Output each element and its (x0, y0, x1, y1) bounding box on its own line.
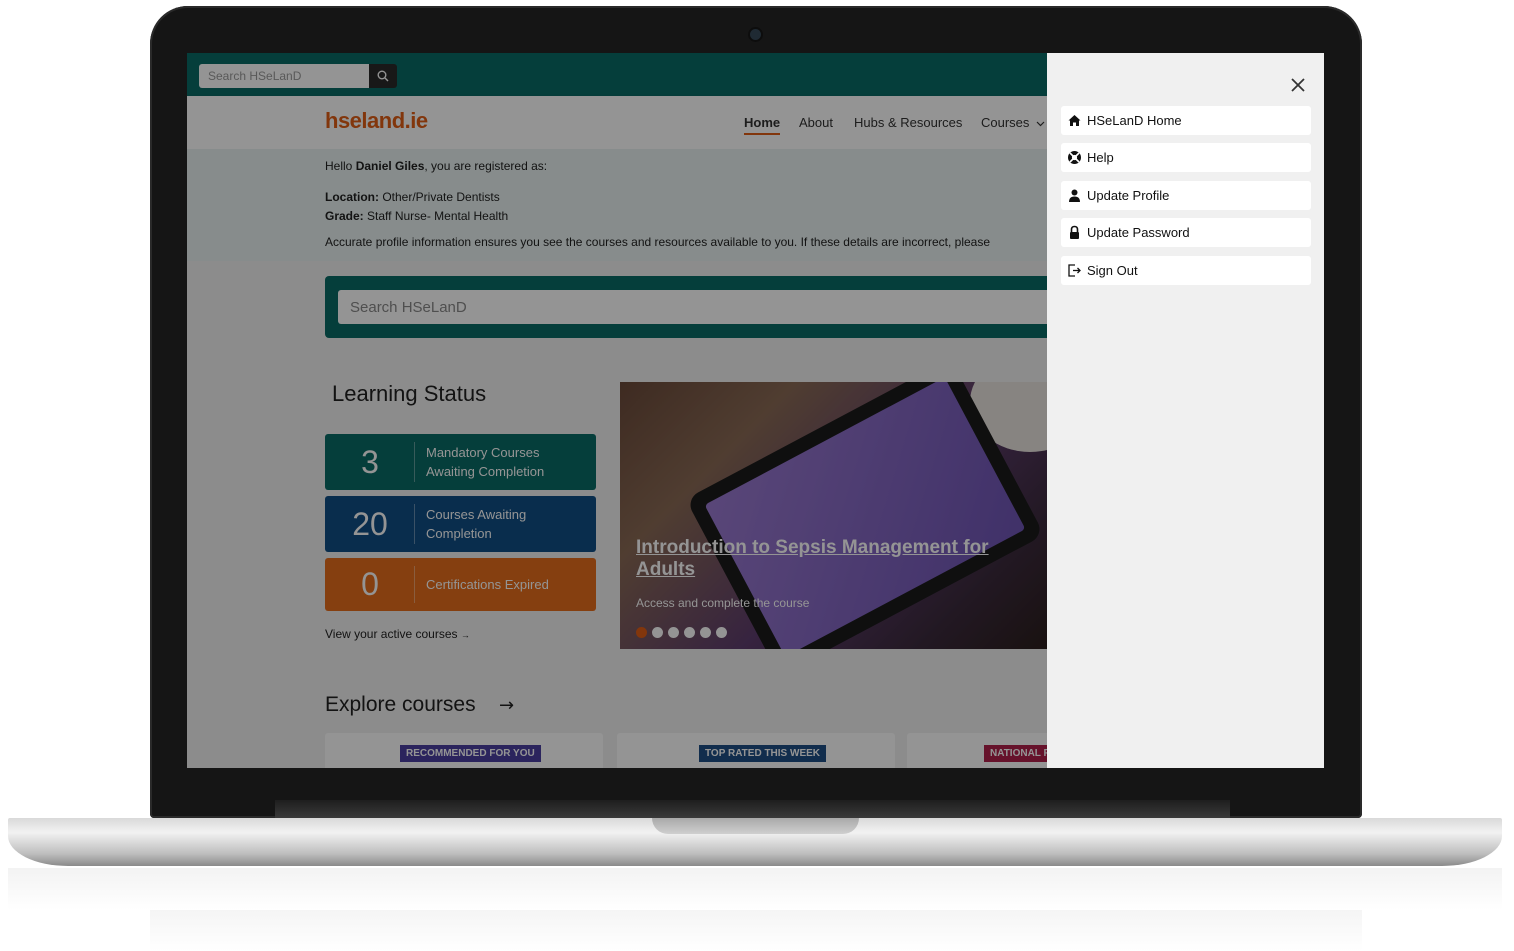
menu-item-label: Update Profile (1087, 188, 1170, 203)
reflection (8, 868, 1502, 910)
menu-item-home[interactable]: HSeLanD Home (1061, 106, 1311, 135)
menu-item-update-password[interactable]: Update Password (1061, 218, 1311, 247)
menu-item-label: Help (1087, 150, 1114, 165)
menu-item-label: Update Password (1087, 225, 1190, 240)
reflection (150, 910, 1362, 951)
laptop-mockup: Search HSeLanD hseland.ie Home About Hub… (0, 0, 1514, 951)
user-icon (1069, 189, 1080, 202)
laptop-screen: Search HSeLanD hseland.ie Home About Hub… (187, 53, 1324, 768)
home-icon (1068, 115, 1081, 126)
lifebuoy-icon (1068, 151, 1081, 164)
menu-item-label: HSeLanD Home (1087, 113, 1182, 128)
menu-item-sign-out[interactable]: Sign Out (1061, 256, 1311, 285)
side-menu-panel: HSeLanD Home Help Update Profile Update … (1047, 53, 1324, 768)
camera-icon (750, 29, 761, 40)
laptop-hinge (275, 800, 1230, 818)
close-icon[interactable] (1288, 75, 1308, 95)
dim-overlay[interactable] (187, 53, 1047, 768)
menu-item-label: Sign Out (1087, 263, 1138, 278)
website: Search HSeLanD hseland.ie Home About Hub… (187, 53, 1047, 768)
sign-out-icon (1068, 264, 1081, 277)
lock-icon (1070, 225, 1079, 239)
menu-item-help[interactable]: Help (1061, 143, 1311, 172)
laptop-notch (652, 818, 859, 834)
menu-item-update-profile[interactable]: Update Profile (1061, 181, 1311, 210)
